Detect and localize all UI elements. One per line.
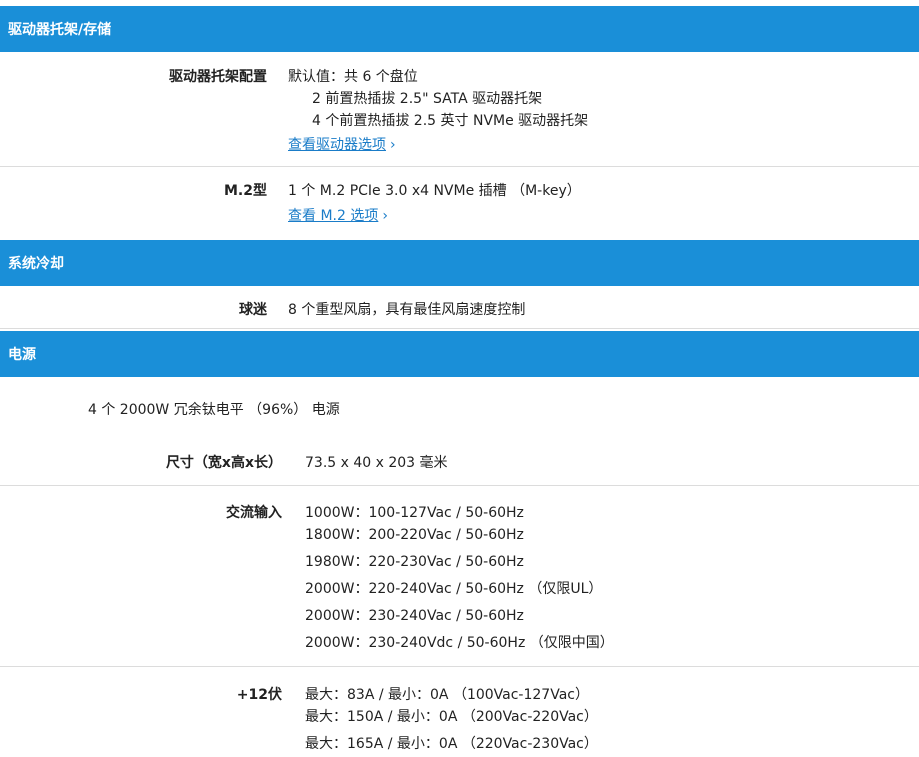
divider — [0, 166, 919, 167]
view-m2-options-label[interactable]: 查看 M.2 选项 — [288, 208, 378, 224]
view-drive-options-link[interactable]: 查看驱动器选项 › — [288, 134, 396, 154]
size-value: 73.5 x 40 x 203 毫米 — [305, 455, 448, 471]
m2-label: M.2型 — [224, 183, 267, 199]
drive-bay-config-line: 默认值：共 6 个盘位 — [288, 69, 418, 85]
section-title: 系统冷却 — [8, 256, 64, 272]
section-title: 电源 — [8, 347, 36, 363]
fan-value: 8 个重型风扇，具有最佳风扇速度控制 — [288, 302, 526, 318]
divider — [0, 328, 919, 329]
view-drive-options-label[interactable]: 查看驱动器选项 — [288, 137, 386, 153]
ac-input-line: 1800W：200-220Vac / 50-60Hz — [305, 527, 524, 543]
fan-label: 球迷 — [239, 302, 267, 318]
divider — [0, 666, 919, 667]
drive-bay-config-line: 4 个前置热插拔 2.5 英寸 NVMe 驱动器托架 — [312, 113, 589, 129]
v12-line: 最大：165A / 最小：0A （220Vac-230Vac） — [305, 736, 598, 752]
v12-label: +12伏 — [236, 687, 282, 703]
ac-input-line: 2000W：230-240Vac / 50-60Hz — [305, 608, 524, 624]
size-label: 尺寸（宽x高x长） — [165, 455, 282, 471]
drive-bay-config-line: 2 前置热插拔 2.5" SATA 驱动器托架 — [312, 91, 543, 107]
ac-input-label: 交流输入 — [226, 505, 282, 521]
chevron-right-icon: › — [382, 208, 388, 224]
section-header-drive-bay: 驱动器托架/存储 — [0, 6, 919, 52]
section-header-cooling: 系统冷却 — [0, 240, 919, 286]
drive-bay-config-label: 驱动器托架配置 — [169, 69, 267, 85]
view-m2-options-link[interactable]: 查看 M.2 选项 › — [288, 205, 388, 225]
section-header-power: 电源 — [0, 331, 919, 377]
section-title: 驱动器托架/存储 — [8, 22, 112, 38]
power-summary: 4 个 2000W 冗余钛电平 （96%） 电源 — [88, 402, 340, 418]
v12-line: 最大：83A / 最小：0A （100Vac-127Vac） — [305, 687, 589, 703]
ac-input-line: 2000W：230-240Vdc / 50-60Hz （仅限中国） — [305, 635, 614, 651]
ac-input-line: 1980W：220-230Vac / 50-60Hz — [305, 554, 524, 570]
ac-input-line: 1000W：100-127Vac / 50-60Hz — [305, 505, 524, 521]
chevron-right-icon: › — [390, 137, 396, 153]
ac-input-line: 2000W：220-240Vac / 50-60Hz （仅限UL） — [305, 581, 603, 597]
m2-value: 1 个 M.2 PCIe 3.0 x4 NVMe 插槽 （M-key） — [288, 183, 581, 199]
v12-line: 最大：150A / 最小：0A （200Vac-220Vac） — [305, 709, 598, 725]
divider — [0, 485, 919, 486]
